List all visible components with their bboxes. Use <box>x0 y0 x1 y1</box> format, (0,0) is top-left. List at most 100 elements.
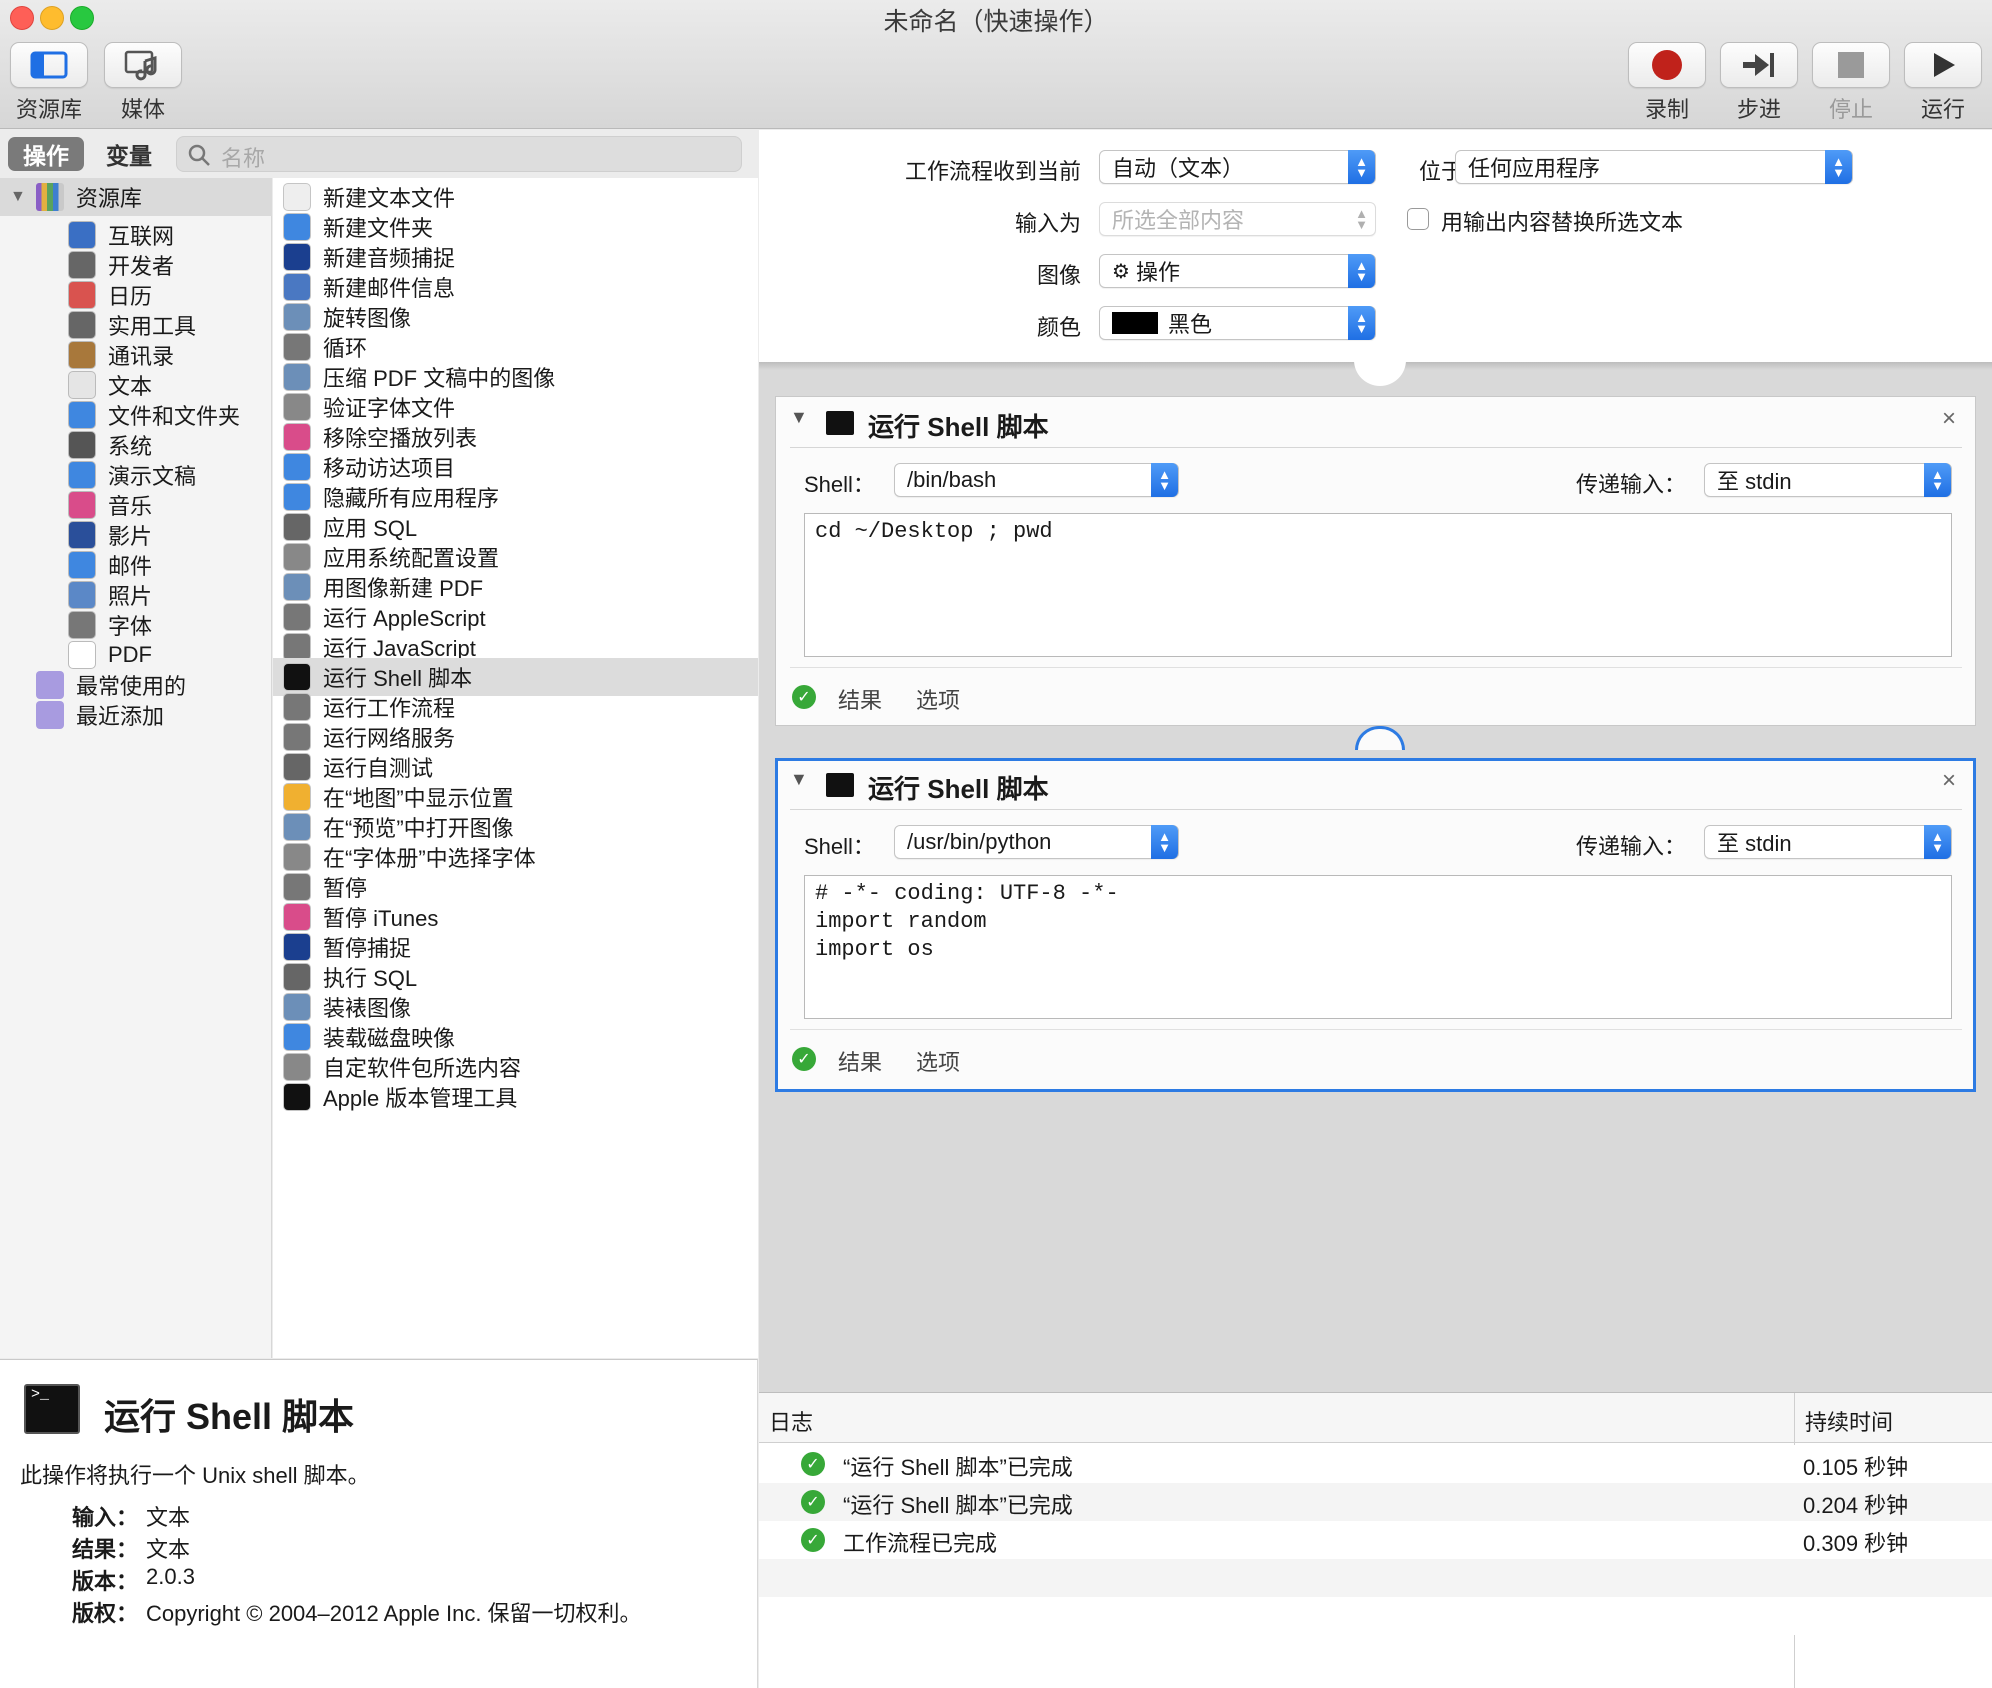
popup-arrows-icon: ▲ ▼ <box>1348 150 1375 184</box>
pass-input-label: 传递输入： <box>1576 472 1687 497</box>
terminal-icon <box>826 773 854 797</box>
stop-button[interactable] <box>1812 42 1890 88</box>
log-duration: 0.105 秒钟 <box>1803 1455 1909 1480</box>
shell-popup[interactable]: /bin/bash ▲ ▼ <box>894 463 1179 497</box>
collapse-triangle-icon[interactable]: ▼ <box>790 769 808 790</box>
text-icon <box>68 371 96 399</box>
shell-popup[interactable]: /usr/bin/python ▲ ▼ <box>894 825 1179 859</box>
script-editor[interactable]: # -*- coding: UTF-8 -*- import random im… <box>804 875 1952 1019</box>
options-tab[interactable]: 选项 <box>916 1045 960 1077</box>
action-item[interactable]: Apple 版本管理工具 <box>283 1078 517 1116</box>
connector-notch <box>1354 350 1406 386</box>
media-label: 媒体 <box>120 97 165 122</box>
action-icon <box>283 693 311 721</box>
library-item-label: PDF <box>108 642 152 667</box>
in-app-value: 任何应用程序 <box>1468 156 1601 181</box>
log-row: ✓ “运行 Shell 脚本”已完成 0.105 秒钟 <box>759 1445 1992 1483</box>
search-input[interactable]: 名称 <box>176 136 742 172</box>
results-tab[interactable]: 结果 <box>838 1045 882 1077</box>
popup-arrows-icon: ▲ ▼ <box>1348 306 1375 340</box>
log-duration: 0.309 秒钟 <box>1803 1531 1909 1556</box>
run-button[interactable] <box>1904 42 1982 88</box>
log-message: “运行 Shell 脚本”已完成 <box>843 1493 1073 1518</box>
action-icon <box>283 663 311 691</box>
card-title: 运行 Shell 脚本 <box>868 412 1049 442</box>
card-title: 运行 Shell 脚本 <box>868 774 1049 804</box>
description-title: 运行 Shell 脚本 <box>104 1396 355 1437</box>
image-label: 图像 <box>1036 263 1081 288</box>
system-icon <box>68 431 96 459</box>
log-column-header[interactable]: 日志 <box>769 1405 813 1437</box>
tab-variables[interactable]: 变量 <box>92 137 166 171</box>
workflow-settings: 工作流程收到当前 自动（文本） ▲ ▼ 位于 任何应用程序 ▲ ▼ 输入为 所选全部… <box>759 130 1992 362</box>
library-root[interactable]: ▼ 资源库 <box>10 178 142 216</box>
close-icon[interactable]: × <box>1942 405 1956 433</box>
stop-icon <box>1838 52 1864 78</box>
library-list: ▼ 资源库 互联网 开发者 日历 实用工具 通讯录 文本 文件和文件夹 系统 演示文稿 音乐 影片邮… <box>0 178 272 1358</box>
success-check-icon: ✓ <box>792 1047 816 1071</box>
media-icon <box>124 50 157 81</box>
version-value: 2.0.3 <box>146 1564 195 1589</box>
record-icon <box>1652 50 1682 80</box>
image-popup[interactable]: ⚙ 操作 ▲ ▼ <box>1099 254 1376 288</box>
input-type-label: 输入： <box>72 1505 139 1530</box>
popup-arrows-icon: ▲ ▼ <box>1348 254 1375 288</box>
collapse-triangle-icon[interactable]: ▼ <box>790 407 808 428</box>
disclosure-triangle-icon: ▼ <box>10 188 26 205</box>
color-popup[interactable]: 黑色 ▲ ▼ <box>1099 306 1376 340</box>
smart-group-item[interactable]: 最近添加 <box>36 696 164 734</box>
version-label: 版本： <box>72 1569 139 1594</box>
action-icon <box>283 243 311 271</box>
shell-value: /bin/bash <box>907 467 997 492</box>
action-icon <box>283 333 311 361</box>
movies-icon <box>68 521 96 549</box>
presentations-icon <box>68 461 96 489</box>
options-tab[interactable]: 选项 <box>916 683 960 715</box>
log-duration: 0.204 秒钟 <box>1803 1493 1909 1518</box>
image-value: 操作 <box>1135 260 1180 285</box>
pass-input-value: 至 stdin <box>1717 831 1792 856</box>
action-icon <box>283 453 311 481</box>
close-icon[interactable]: × <box>1942 767 1956 795</box>
action-card-python[interactable]: ▼ 运行 Shell 脚本 × Shell： /usr/bin/python ▲… <box>775 758 1976 1092</box>
replace-selection-label: 用输出内容替换所选文本 <box>1441 210 1684 235</box>
library-icon <box>35 183 64 211</box>
copyright-label: 版权： <box>72 1601 139 1626</box>
action-icon <box>283 813 311 841</box>
play-icon <box>1934 53 1955 77</box>
record-button[interactable] <box>1628 42 1706 88</box>
pass-input-popup[interactable]: 至 stdin ▲ ▼ <box>1704 463 1952 497</box>
replace-selection-checkbox[interactable] <box>1407 208 1429 230</box>
duration-column-header[interactable]: 持续时间 <box>1805 1405 1893 1437</box>
media-button[interactable] <box>104 42 182 88</box>
action-icon <box>283 903 311 931</box>
step-button[interactable] <box>1720 42 1798 88</box>
files-folders-icon <box>68 401 96 429</box>
copyright-value: Copyright © 2004–2012 Apple Inc. 保留一切权利。 <box>146 1601 642 1626</box>
action-icon <box>283 303 311 331</box>
stop-label: 停止 <box>1828 97 1873 122</box>
action-card-bash[interactable]: ▼ 运行 Shell 脚本 × Shell： /bin/bash ▲ ▼ 传递输入… <box>775 396 1976 726</box>
action-icon <box>283 873 311 901</box>
popup-arrows-icon: ▲ ▼ <box>1151 463 1178 497</box>
in-app-popup[interactable]: 任何应用程序 ▲ ▼ <box>1455 150 1853 184</box>
search-placeholder: 名称 <box>221 146 266 171</box>
results-tab[interactable]: 结果 <box>838 683 882 715</box>
tab-actions[interactable]: 操作 <box>8 137 84 171</box>
color-label: 颜色 <box>1036 315 1081 340</box>
photos-icon <box>68 581 96 609</box>
receives-popup[interactable]: 自动（文本） ▲ ▼ <box>1099 150 1376 184</box>
library-root-label: 资源库 <box>75 186 142 211</box>
popup-arrows-icon: ▲ ▼ <box>1355 206 1368 232</box>
action-icon <box>283 423 311 451</box>
action-icon <box>283 1053 311 1081</box>
pass-input-popup[interactable]: 至 stdin ▲ ▼ <box>1704 825 1952 859</box>
action-icon <box>283 273 311 301</box>
success-check-icon: ✓ <box>801 1452 825 1476</box>
input-is-label: 输入为 <box>1014 211 1081 236</box>
actions-list: 新建文本文件 新建文件夹 新建音频捕捉 新建邮件信息 旋转图像 循环 压缩 PDF 文稿中的… <box>273 178 758 1358</box>
in-app-label: 位于 <box>1418 159 1463 184</box>
library-toggle-button[interactable] <box>10 42 88 88</box>
action-label: Apple 版本管理工具 <box>323 1086 518 1111</box>
script-editor[interactable]: cd ~/Desktop ; pwd <box>804 513 1952 657</box>
